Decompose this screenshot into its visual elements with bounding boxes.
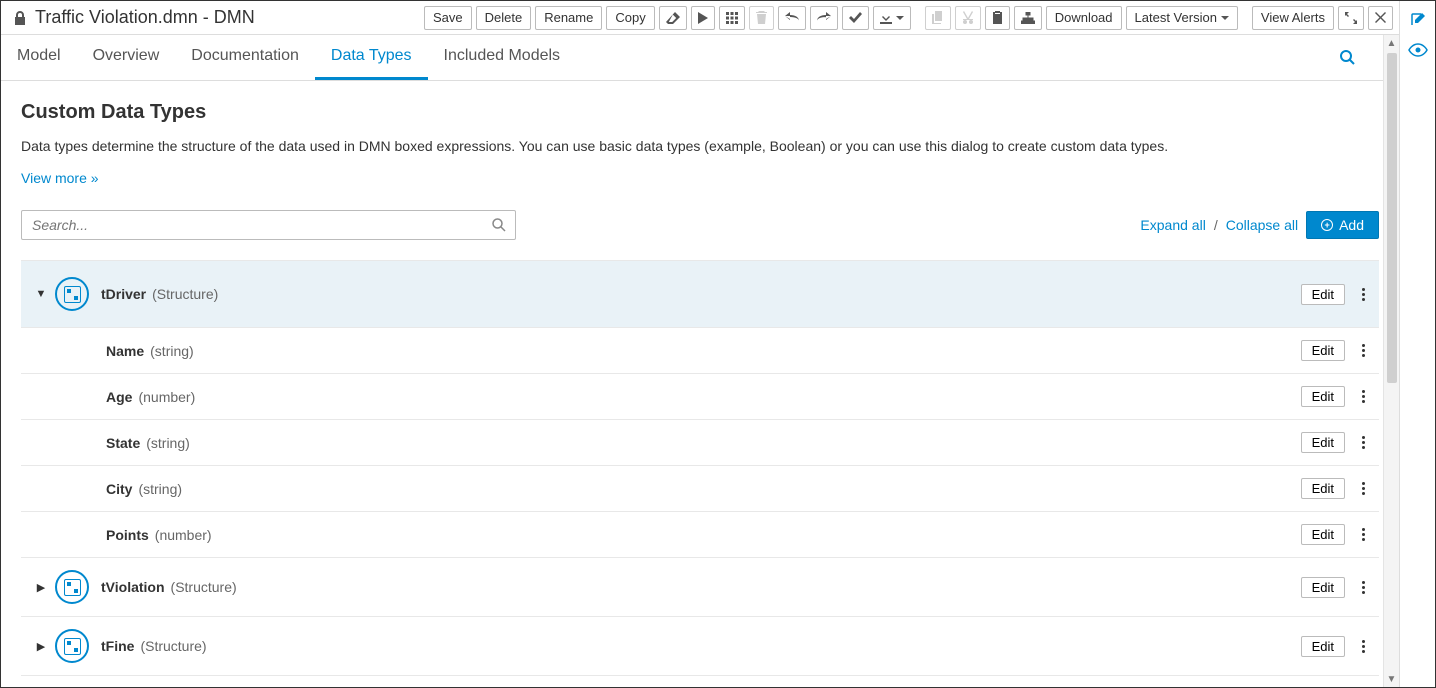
expand-all-link[interactable]: Expand all (1140, 217, 1205, 233)
data-type-name: tViolation (101, 579, 165, 595)
chevron-right-icon[interactable]: ▶ (31, 640, 51, 653)
search-icon[interactable] (1326, 50, 1369, 65)
collapse-all-link[interactable]: Collapse all (1226, 217, 1298, 233)
field-name: Name (106, 343, 144, 359)
kebab-menu-icon[interactable] (1357, 432, 1369, 453)
structure-icon (55, 629, 89, 663)
kebab-menu-icon[interactable] (1357, 636, 1369, 657)
trash-icon[interactable] (749, 6, 774, 30)
edit-button[interactable]: Edit (1301, 284, 1345, 305)
redo-icon[interactable] (810, 6, 838, 30)
grid-icon[interactable] (719, 6, 745, 30)
tabs-row: ModelOverviewDocumentationData TypesIncl… (1, 35, 1399, 81)
scroll-down-arrow-icon[interactable]: ▼ (1384, 671, 1399, 687)
scroll-up-arrow-icon[interactable]: ▲ (1384, 35, 1399, 51)
edit-button[interactable]: Edit (1301, 386, 1345, 407)
data-type-row: ▼ tDriver (Structure) Edit (21, 261, 1379, 328)
add-button[interactable]: + Add (1306, 211, 1379, 239)
separator: / (1214, 217, 1218, 233)
field-name: Points (106, 527, 149, 543)
view-more-link[interactable]: View more » (21, 170, 99, 186)
edit-button[interactable]: Edit (1301, 577, 1345, 598)
paste-icon[interactable] (985, 6, 1010, 30)
edit-button[interactable]: Edit (1301, 478, 1345, 499)
eye-icon[interactable] (1408, 43, 1428, 57)
delete-button[interactable]: Delete (476, 6, 532, 30)
field-type: (string) (138, 481, 182, 497)
check-icon[interactable] (842, 6, 869, 30)
edit-button[interactable]: Edit (1301, 340, 1345, 361)
chevron-right-icon[interactable]: ▶ (31, 581, 51, 594)
field-type: (string) (150, 343, 194, 359)
chevron-down-icon[interactable]: ▼ (31, 288, 51, 300)
plus-circle-icon: + (1321, 219, 1333, 231)
scrollbar-thumb[interactable] (1387, 53, 1397, 383)
edit-button[interactable]: Edit (1301, 636, 1345, 657)
data-type-name: tDriver (101, 286, 146, 302)
data-type-kind: (Structure) (152, 286, 218, 302)
data-type-field-row: Name (string) Edit (21, 328, 1379, 374)
kebab-menu-icon[interactable] (1357, 524, 1369, 545)
scrollbar[interactable]: ▲ ▼ (1383, 35, 1399, 687)
download-dropdown-icon[interactable] (873, 6, 911, 30)
topbar: Traffic Violation.dmn - DMN Save Delete … (1, 1, 1399, 35)
field-type: (number) (138, 389, 195, 405)
tab-documentation[interactable]: Documentation (175, 35, 315, 80)
play-icon[interactable] (691, 6, 715, 30)
data-types-list: ▼tDriver(Structure)EditName(string)EditA… (21, 260, 1379, 676)
structure-icon (55, 570, 89, 604)
data-type-name: tFine (101, 638, 134, 654)
tab-data-types[interactable]: Data Types (315, 35, 428, 80)
data-type-field-row: Points (number) Edit (21, 512, 1379, 558)
tab-included-models[interactable]: Included Models (428, 35, 577, 80)
latest-version-dropdown[interactable]: Latest Version (1126, 6, 1238, 30)
structure-icon (55, 277, 89, 311)
close-icon[interactable] (1368, 6, 1393, 30)
edit-square-icon[interactable] (1409, 11, 1427, 29)
data-type-row: ▶ tViolation (Structure) Edit (21, 558, 1379, 617)
data-type-field-row: City (string) Edit (21, 466, 1379, 512)
view-alerts-button[interactable]: View Alerts (1252, 6, 1334, 30)
rename-button[interactable]: Rename (535, 6, 602, 30)
sitemap-icon[interactable] (1014, 6, 1042, 30)
save-button[interactable]: Save (424, 6, 472, 30)
tab-overview[interactable]: Overview (77, 35, 176, 80)
section-description: Data types determine the structure of th… (21, 138, 1379, 154)
data-type-kind: (Structure) (140, 638, 206, 654)
search-icon[interactable] (492, 218, 506, 232)
toolbar: Save Delete Rename Copy Download Latest … (424, 6, 1393, 30)
edit-button[interactable]: Edit (1301, 524, 1345, 545)
data-type-field-row: State (string) Edit (21, 420, 1379, 466)
field-name: Age (106, 389, 132, 405)
page-title: Traffic Violation.dmn - DMN (35, 7, 255, 28)
field-name: State (106, 435, 140, 451)
lock-icon (13, 10, 27, 26)
kebab-menu-icon[interactable] (1357, 577, 1369, 598)
field-type: (string) (146, 435, 190, 451)
right-rail (1399, 1, 1435, 687)
undo-icon[interactable] (778, 6, 806, 30)
add-button-label: Add (1339, 217, 1364, 233)
data-type-field-row: Age (number) Edit (21, 374, 1379, 420)
field-type: (number) (155, 527, 212, 543)
search-input[interactable] (21, 210, 516, 240)
field-name: City (106, 481, 132, 497)
data-type-row: ▶ tFine (Structure) Edit (21, 617, 1379, 676)
data-type-kind: (Structure) (171, 579, 237, 595)
copy-icon[interactable] (925, 6, 951, 30)
kebab-menu-icon[interactable] (1357, 340, 1369, 361)
cut-icon[interactable] (955, 6, 981, 30)
kebab-menu-icon[interactable] (1357, 284, 1369, 305)
kebab-menu-icon[interactable] (1357, 386, 1369, 407)
edit-button[interactable]: Edit (1301, 432, 1345, 453)
tab-model[interactable]: Model (1, 35, 77, 80)
kebab-menu-icon[interactable] (1357, 478, 1369, 499)
eraser-icon[interactable] (659, 6, 687, 30)
download-button[interactable]: Download (1046, 6, 1122, 30)
section-title: Custom Data Types (21, 101, 1379, 124)
copy-button[interactable]: Copy (606, 6, 654, 30)
expand-icon[interactable] (1338, 6, 1364, 30)
